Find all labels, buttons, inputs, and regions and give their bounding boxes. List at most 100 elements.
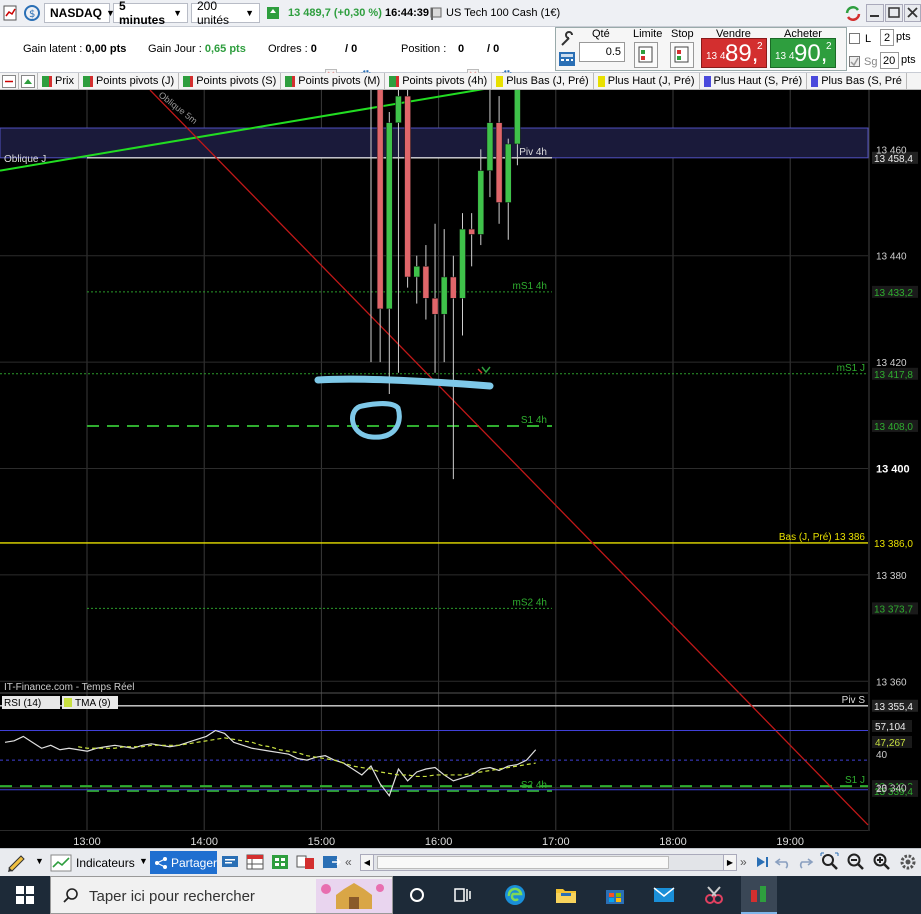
l-checkbox[interactable] <box>849 33 860 44</box>
trading-app-icon[interactable] <box>741 876 777 914</box>
comment-icon[interactable] <box>221 853 239 871</box>
stop-order-button[interactable] <box>670 42 694 68</box>
windows-start-button[interactable] <box>0 876 50 914</box>
sell-price-decimal: 2 <box>757 41 763 52</box>
legend-swatch <box>811 75 819 87</box>
taskbar-search-box[interactable]: Taper ici pour rechercher <box>50 876 393 914</box>
sg-checkbox[interactable] <box>849 56 860 67</box>
sg-label: Sg <box>864 56 878 68</box>
pts-input-1[interactable]: 2 <box>880 29 894 46</box>
chart-bottom-toolbar: ▼ Indicateurs ▼ Partager « ◀ ▶ » <box>0 848 921 876</box>
units-label: 200 unités <box>197 0 230 27</box>
pivot-level-label: Piv S <box>842 695 866 706</box>
candle-body <box>468 228 475 235</box>
pts-label-1: pts <box>896 31 911 43</box>
cortana-icon[interactable] <box>400 876 434 914</box>
partager-button[interactable]: Partager <box>150 851 217 874</box>
sell-button[interactable]: 13 4 89, 2 <box>701 38 767 68</box>
units-select[interactable]: 200 unités ▼ <box>191 0 260 27</box>
pts-input-2[interactable]: 20 <box>880 52 899 69</box>
legend-item[interactable]: Points pivots (J) <box>79 73 180 89</box>
edge-browser-icon[interactable] <box>497 876 533 914</box>
double-chevron-left-icon[interactable]: « <box>345 855 352 869</box>
settings-gear-icon[interactable] <box>898 852 918 872</box>
sell-price-prefix: 13 4 <box>706 51 726 62</box>
rsi-value-tag: 57,104 <box>875 722 906 733</box>
export-icon[interactable] <box>322 853 342 871</box>
zoom-in-icon[interactable] <box>872 852 892 872</box>
legend-label: Plus Bas (S, Pré <box>821 75 902 87</box>
legend-item[interactable]: Points pivots (4h) <box>385 73 493 89</box>
zoom-fit-icon[interactable] <box>820 852 840 872</box>
search-placeholder: Taper ici pour rechercher <box>89 888 255 905</box>
minimize-button[interactable] <box>866 4 884 22</box>
candle-body <box>404 95 411 278</box>
chevron-down-icon[interactable]: ▼ <box>35 856 44 866</box>
sell-price-main: 89, <box>725 40 759 67</box>
pts-label-2: pts <box>901 54 916 66</box>
candle-body <box>459 228 466 299</box>
search-highlight-image-icon <box>316 879 392 913</box>
legend-label: Prix <box>55 75 74 87</box>
undo-icon[interactable] <box>774 853 792 871</box>
redo-icon[interactable] <box>796 853 814 871</box>
legend-item[interactable]: Plus Haut (J, Pré) <box>594 73 700 89</box>
timeframe-label: 5 minutes <box>119 0 166 27</box>
file-explorer-icon[interactable] <box>548 876 584 914</box>
x-axis-tick-label: 18:00 <box>659 836 687 848</box>
price-tag: 13 355,4 <box>874 702 913 713</box>
y-axis-tick-label: 13 360 <box>876 677 907 688</box>
price-tag: 13 386,0 <box>874 539 913 550</box>
close-button[interactable] <box>904 4 921 22</box>
compare-icon[interactable] <box>296 853 316 871</box>
snipping-tool-icon[interactable] <box>696 876 732 914</box>
maximize-button[interactable] <box>885 4 903 22</box>
buy-price-decimal: 2 <box>826 41 832 52</box>
buy-button[interactable]: 13 4 90, 2 <box>770 38 836 68</box>
timeframe-select[interactable]: 5 minutes ▼ <box>113 0 188 27</box>
pivot-level-label: S1 J <box>845 775 865 786</box>
legend-label: Points pivots (S) <box>196 75 277 87</box>
chevron-down-icon[interactable]: ▼ <box>139 856 148 866</box>
double-chevron-right-icon[interactable]: » <box>740 855 747 869</box>
refresh-icon[interactable] <box>843 4 863 23</box>
calculator-icon[interactable] <box>557 51 577 67</box>
quantity-input[interactable]: 0.5 <box>579 42 625 62</box>
legend-item[interactable]: Plus Bas (J, Pré) <box>492 73 594 89</box>
chart-menu-icon[interactable] <box>3 4 17 22</box>
scrollbar-thumb[interactable] <box>377 856 669 869</box>
table-icon[interactable] <box>246 853 264 871</box>
store-icon[interactable] <box>597 876 633 914</box>
tma-legend-swatch <box>64 698 72 707</box>
legend-swatch <box>396 75 400 87</box>
indicator-legend: Prix Points pivots (J) Points pivots (S) Po… <box>0 73 921 90</box>
price-tag: 13 417,8 <box>874 370 913 381</box>
legend-item[interactable]: Plus Haut (S, Pré) <box>700 73 808 89</box>
legend-expand[interactable] <box>19 73 38 89</box>
limit-order-button[interactable] <box>634 42 658 68</box>
price-chart[interactable]: R1 4h13 527,0R1 M13 509,1Piv J13 495,3mR… <box>0 0 921 914</box>
instrument-select[interactable]: NASDAQ ▼ <box>44 3 115 23</box>
legend-item[interactable]: Points pivots (S) <box>179 73 282 89</box>
scroll-right-arrow[interactable]: ▶ <box>723 855 736 870</box>
y-axis-tick-label: 13 440 <box>876 252 907 263</box>
indicateurs-button[interactable]: Indicateurs <box>50 852 148 873</box>
end-icon[interactable] <box>753 853 771 871</box>
legend-collapse[interactable] <box>0 73 19 89</box>
gain-latent-label: Gain latent : <box>23 43 83 55</box>
legend-item[interactable]: Prix <box>38 73 79 89</box>
pivot-level-label: mS1 4h <box>513 281 547 292</box>
zoom-out-icon[interactable] <box>846 852 866 872</box>
legend-item[interactable]: Points pivots (M) <box>281 73 386 89</box>
mail-icon[interactable] <box>646 876 682 914</box>
spreadsheet-icon[interactable] <box>271 853 289 871</box>
legend-swatch <box>389 75 397 87</box>
legend-item[interactable]: Plus Bas (S, Pré <box>807 73 907 89</box>
link-icon[interactable]: $ <box>23 4 41 22</box>
scroll-left-arrow[interactable]: ◀ <box>361 855 374 870</box>
wrench-icon[interactable] <box>558 31 576 49</box>
task-view-icon[interactable] <box>446 876 480 914</box>
drawing-tools-icon[interactable] <box>5 852 29 873</box>
horizontal-scrollbar[interactable]: ◀ ▶ <box>360 854 737 871</box>
pivot-level-label: S1 4h <box>521 415 547 426</box>
